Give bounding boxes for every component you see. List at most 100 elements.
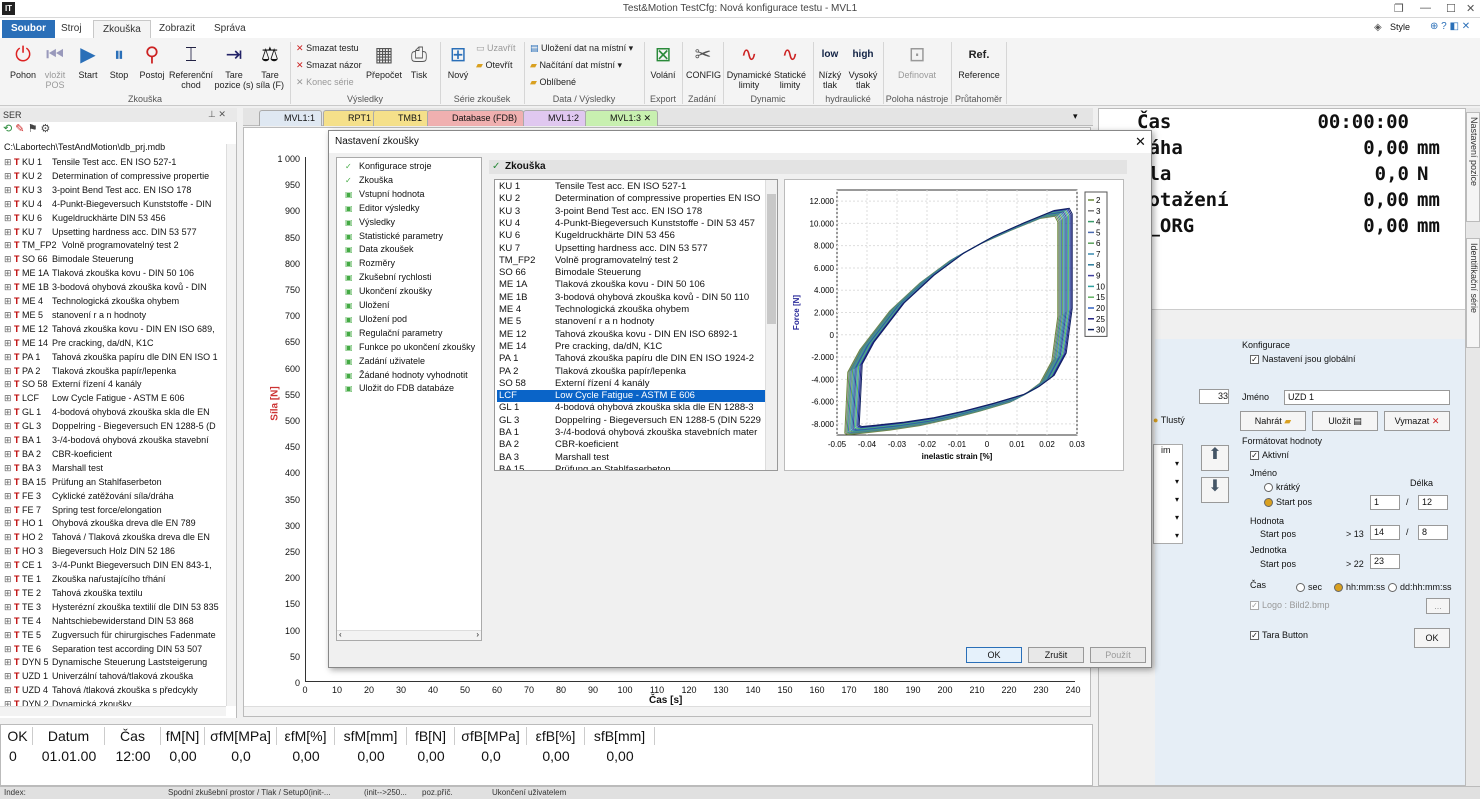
expand-icon[interactable]: ⊞ <box>4 601 14 615</box>
tree-item[interactable]: ⊞ T TE 4 Nahtschiebewiderstand DIN 53 868 <box>4 615 194 629</box>
tab-mvl1-2[interactable]: MVL1:2 <box>523 110 587 126</box>
tare-sila-button[interactable]: ⚖ Tare síla (F) <box>254 42 286 90</box>
config-ok-button[interactable]: OK <box>1414 628 1450 648</box>
list-item[interactable]: KU 1 Tensile Test acc. EN ISO 527-1 <box>497 181 765 193</box>
expand-icon[interactable]: ⊞ <box>4 365 14 379</box>
column-header[interactable]: εfM[%] <box>277 727 335 745</box>
expand-icon[interactable]: ⊞ <box>4 281 14 295</box>
sec-radio[interactable]: sec <box>1296 582 1322 593</box>
tab-zkouska[interactable]: Zkouška <box>93 20 151 38</box>
move-down-button[interactable]: ⬇ <box>1201 477 1229 503</box>
column-header[interactable]: fM[N] <box>161 727 205 745</box>
tree-item[interactable]: ⊞ T ME 4 Technologická zkouška ohybem <box>4 295 179 309</box>
pohon-button[interactable]: ⏻ Pohon <box>6 42 40 80</box>
nav-item[interactable]: ▣ Uložení pod <box>345 313 407 327</box>
stop-button[interactable]: ⏸ Stop <box>105 42 133 80</box>
logo-checkbox[interactable]: ✓ Logo : Bild2.bmp <box>1250 600 1330 611</box>
tree-item[interactable]: ⊞ T BA 1 3-/4-bodová ohybová zkouška staveb… <box>4 434 209 448</box>
refresh-icon[interactable]: ⟲ <box>3 123 12 135</box>
nav-item[interactable]: ▣ Žádané hodnoty vyhodnotit <box>345 369 468 383</box>
jmeno-length-input[interactable]: 12 <box>1418 495 1448 510</box>
expand-icon[interactable]: ⊞ <box>4 545 14 559</box>
uzavrit-button[interactable]: ▭ Uzavřít <box>476 43 516 54</box>
tree-item[interactable]: ⊞ T HO 3 Biegeversuch Holz DIN 52 186 <box>4 545 175 559</box>
expand-icon[interactable]: ⊞ <box>4 392 14 406</box>
column-header[interactable]: sfM[mm] <box>335 727 407 745</box>
expand-icon[interactable]: ⊞ <box>4 656 14 670</box>
tab-rpt1[interactable]: RPT1 <box>323 110 379 126</box>
plot-hscrollbar[interactable] <box>244 706 1090 716</box>
list-item[interactable]: BA 3 Marshall test <box>497 452 765 464</box>
tabs-dropdown-icon[interactable]: ▾ <box>1073 111 1078 122</box>
group-icon[interactable]: ⚑ <box>28 123 38 135</box>
help-icon[interactable]: ⊕ ? ◧ ✕ <box>1430 21 1470 32</box>
dialog-cancel-button[interactable]: Zrušit <box>1028 647 1084 663</box>
start-button[interactable]: ▶ Start <box>74 42 102 80</box>
nav-item[interactable]: ▣ Regulační parametry <box>345 327 443 341</box>
dropdown-icon[interactable]: ▾ <box>1175 513 1183 525</box>
column-header[interactable]: Datum <box>33 727 105 745</box>
tree-item[interactable]: ⊞ T KU 2 Determination of compressive prope… <box>4 170 209 184</box>
tree-item[interactable]: ⊞ T HO 2 Tahová / Tlaková zkouška dreva dle… <box>4 531 210 545</box>
nav-item[interactable]: ▣ Data zkoušek <box>345 243 414 257</box>
list-item[interactable]: KU 6 Kugeldruckhärte DIN 53 456 <box>497 230 765 242</box>
nav-item[interactable]: ▣ Uložení <box>345 299 390 313</box>
column-header[interactable]: σfM[MPa] <box>205 727 277 745</box>
expand-icon[interactable]: ⊞ <box>4 629 14 643</box>
nav-item[interactable]: ▣ Funkce po ukončení zkoušky <box>345 341 475 355</box>
nav-item[interactable]: ▣ Statistické parametry <box>345 230 443 244</box>
tree-item[interactable]: ⊞ T KU 4 4-Punkt-Biegeversuch Kunststoffe -… <box>4 198 211 212</box>
nav-item[interactable]: ▣ Editor výsledky <box>345 202 420 216</box>
expand-icon[interactable]: ⊞ <box>4 351 14 365</box>
nav-hscrollbar[interactable]: ‹ › <box>337 630 481 640</box>
expand-icon[interactable]: ⊞ <box>4 434 14 448</box>
list-item[interactable]: BA 2 CBR-koeficient <box>497 439 765 451</box>
expand-icon[interactable]: ⊞ <box>4 559 14 573</box>
filter-icon[interactable]: ⚙ <box>41 123 51 135</box>
expand-icon[interactable]: ⊞ <box>4 156 14 170</box>
nav-item[interactable]: ▣ Rozměry <box>345 257 395 271</box>
dialog-ok-button[interactable]: OK <box>966 647 1022 663</box>
list-item[interactable]: ME 14 Pre cracking, da/dN, K1C <box>497 341 765 353</box>
column-header[interactable]: OK <box>3 727 33 745</box>
restore-icon[interactable]: ❐ <box>1394 2 1404 15</box>
expand-icon[interactable]: ⊞ <box>4 267 14 281</box>
ulozit-button[interactable]: Uložit ▤ <box>1312 411 1378 431</box>
tree-item[interactable]: ⊞ T TM_FP2 Volně programovatelný test 2 <box>4 239 179 253</box>
tab-identifikacni-serie[interactable]: Identifikační série <box>1466 238 1480 348</box>
column-header[interactable]: σfB[MPa] <box>455 727 527 745</box>
dropdown-icon[interactable]: ▾ <box>1175 477 1183 489</box>
expand-icon[interactable]: ⊞ <box>4 198 14 212</box>
dialog-close-icon[interactable]: ✕ <box>1135 134 1146 150</box>
tab-nastaveni-pozice[interactable]: Nastavení pozice <box>1466 112 1480 222</box>
jednotka-start-input[interactable]: 23 <box>1370 554 1400 569</box>
tree-item[interactable]: ⊞ T TE 3 Hysterézní zkouška textilií dle DI… <box>4 601 219 615</box>
expand-icon[interactable]: ⊞ <box>4 462 14 476</box>
list-item[interactable]: PA 1 Tahová zkouška papíru dle DIN EN ISO… <box>497 353 765 365</box>
referencni-chod-button[interactable]: ⌶ Referenční chod <box>168 42 214 90</box>
nav-item[interactable]: ▣ Ukončení zkoušky <box>345 285 432 299</box>
jmeno-start-input[interactable]: 1 <box>1370 495 1400 510</box>
tab-stroj[interactable]: Stroj <box>52 20 91 38</box>
list-item[interactable]: KU 7 Upsetting hardness acc. DIN 53 577 <box>497 243 765 255</box>
dropdown-icon[interactable]: ▾ <box>1175 495 1183 507</box>
global-settings-checkbox[interactable]: ✓ Nastavení jsou globální <box>1250 354 1356 365</box>
nizky-tlak-button[interactable]: low Nízký tlak <box>816 42 844 90</box>
tree-item[interactable]: ⊞ T TE 2 Tahová zkouška textilu <box>4 587 143 601</box>
reference-button[interactable]: Ref. Reference <box>955 42 1003 80</box>
tree-item[interactable]: ⊞ T KU 7 Upsetting hardness acc. DIN 53 577 <box>4 226 197 240</box>
definovat-button[interactable]: ⊡ Definovat <box>892 42 942 80</box>
expand-icon[interactable]: ⊞ <box>4 337 14 351</box>
tisk-button[interactable]: ⎙ Tisk <box>404 42 434 80</box>
dropdown-icon[interactable]: ▾ <box>1175 459 1183 471</box>
expand-icon[interactable]: ⊞ <box>4 684 14 698</box>
novy-button[interactable]: ⊞ Nový <box>444 42 472 80</box>
expand-icon[interactable]: ⊞ <box>4 476 14 490</box>
expand-icon[interactable]: ⊞ <box>4 531 14 545</box>
expand-icon[interactable]: ⊞ <box>4 420 14 434</box>
tree-item[interactable]: ⊞ T KU 6 Kugeldruckhärte DIN 53 456 <box>4 212 166 226</box>
list-item[interactable]: TM_FP2 Volně programovatelný test 2 <box>497 255 765 267</box>
list-item[interactable]: LCF Low Cycle Fatigue - ASTM E 606 <box>497 390 765 403</box>
list-item[interactable]: KU 4 4-Punkt-Biegeversuch Kunststoffe - D… <box>497 218 765 230</box>
expand-icon[interactable]: ⊞ <box>4 323 14 337</box>
